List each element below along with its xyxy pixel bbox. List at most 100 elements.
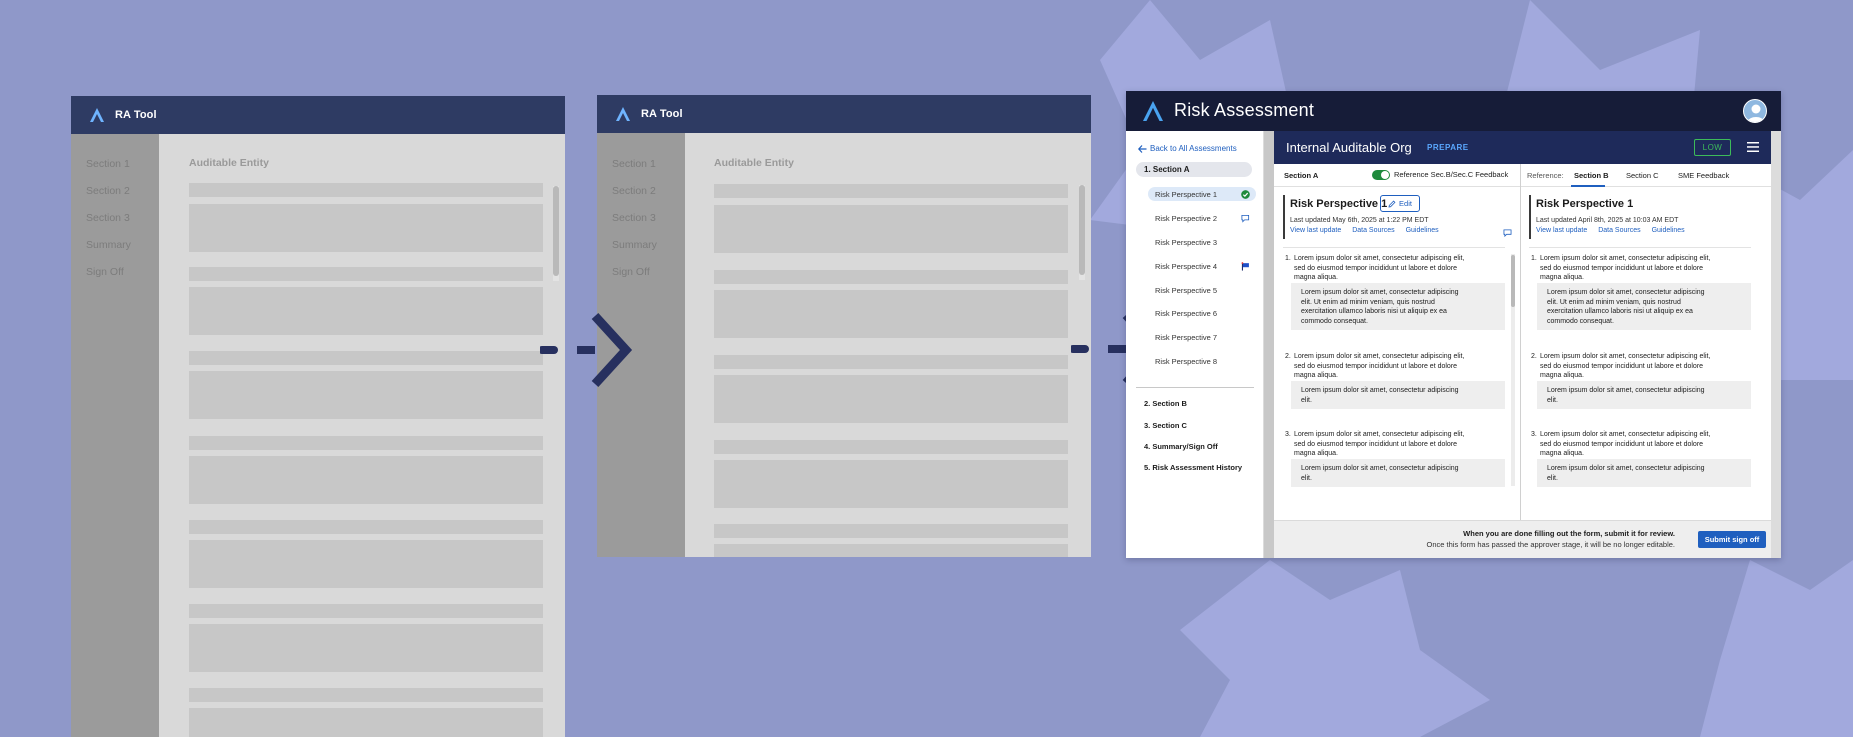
sidebar-item-label: Risk Perspective 7: [1155, 333, 1218, 342]
answer-box[interactable]: Lorem ipsum dolor sit amet, consectetur …: [1291, 381, 1505, 409]
left-column-scrollbar-thumb[interactable]: [1511, 255, 1515, 307]
placeholder-bar: [189, 351, 543, 365]
user-avatar[interactable]: [1743, 99, 1767, 123]
view-last-update-link[interactable]: View last update: [1536, 227, 1587, 234]
wireframe-nav-item[interactable]: Section 3: [86, 212, 130, 224]
answer-line: elit.: [1301, 396, 1312, 404]
question-line: Lorem ipsum dolor sit amet, consectetur …: [1540, 431, 1711, 438]
reference-feedback-toggle[interactable]: [1372, 170, 1390, 180]
answer-box[interactable]: Lorem ipsum dolor sit amet, consectetur …: [1291, 283, 1505, 330]
wireframe-nav-item[interactable]: Section 1: [612, 158, 656, 170]
sidebar-section-summary[interactable]: 4. Summary/Sign Off: [1144, 442, 1218, 451]
wireframe-content-title: Auditable Entity: [714, 157, 794, 169]
scrollbar-thumb[interactable]: [1079, 185, 1085, 275]
data-sources-link[interactable]: Data Sources: [1598, 227, 1640, 234]
tab-section-b[interactable]: Section B: [1574, 171, 1609, 180]
question-line: Lorem ipsum dolor sit amet, consectetur …: [1540, 255, 1711, 262]
back-link-label: Back to All Assessments: [1150, 144, 1237, 153]
question-line: sed do eiusmod tempor incididunt ut labo…: [1540, 440, 1704, 448]
active-tab-indicator: [1571, 185, 1605, 187]
sidebar-item-label: Risk Perspective 8: [1155, 357, 1218, 366]
user-icon: [1747, 104, 1765, 122]
sidebar-item-label: Risk Perspective 2: [1155, 214, 1218, 223]
question-number: 1.: [1531, 255, 1537, 262]
sidebar-item-risk-perspective-1[interactable]: Risk Perspective 1: [1148, 187, 1256, 201]
hamburger-menu-icon[interactable]: [1747, 142, 1759, 152]
placeholder-block: [189, 540, 543, 588]
wireframe-nav-item[interactable]: Sign Off: [86, 266, 124, 278]
sidebar-item-risk-perspective-8[interactable]: Risk Perspective 8: [1148, 354, 1256, 368]
guidelines-link[interactable]: Guidelines: [1652, 227, 1685, 234]
risk-level-badge: LOW: [1694, 139, 1731, 156]
answer-line: commodo consequat.: [1301, 317, 1368, 325]
question-number: 3.: [1531, 431, 1537, 438]
data-sources-link[interactable]: Data Sources: [1352, 227, 1394, 234]
footer-note: Once this form has passed the approver s…: [1426, 540, 1675, 549]
question-line: magna aliqua.: [1540, 372, 1584, 380]
guidelines-link[interactable]: Guidelines: [1406, 227, 1439, 234]
sidebar-item-risk-perspective-2[interactable]: Risk Perspective 2: [1148, 211, 1256, 225]
placeholder-block: [714, 375, 1068, 423]
flag-icon: [1241, 262, 1249, 271]
wireframe-header: RA Tool: [71, 96, 565, 134]
wireframe-content-title: Auditable Entity: [189, 157, 269, 169]
main-content: Internal Auditable Org PREPARE LOW Secti…: [1274, 131, 1771, 558]
answer-line: Lorem ipsum dolor sit amet, consectetur …: [1301, 465, 1459, 472]
reference-label: Reference:: [1527, 171, 1564, 180]
submit-footer: When you are done filling out the form, …: [1274, 520, 1771, 558]
sidebar-item-risk-perspective-3[interactable]: Risk Perspective 3: [1148, 235, 1256, 249]
placeholder-block: [189, 708, 543, 737]
sidebar-divider: [1136, 387, 1254, 388]
question-line: Lorem ipsum dolor sit amet, consectetur …: [1294, 353, 1465, 360]
answer-line: elit. Ut enim ad minim veniam, quis nost…: [1547, 298, 1681, 306]
placeholder-bar: [714, 524, 1068, 538]
section-tab-row: Section A Reference Sec.B/Sec.C Feedback…: [1274, 164, 1771, 187]
sidebar-section-c[interactable]: 3. Section C: [1144, 421, 1187, 430]
org-bar: Internal Auditable Org PREPARE LOW: [1274, 131, 1771, 164]
question-line: magna aliqua.: [1294, 372, 1338, 380]
wireframe-nav-item[interactable]: Section 3: [612, 212, 656, 224]
wireframe-title: RA Tool: [115, 109, 157, 121]
sidebar-item-risk-perspective-5[interactable]: Risk Perspective 5: [1148, 283, 1256, 297]
answer-line: Lorem ipsum dolor sit amet, consectetur …: [1301, 289, 1459, 296]
comment-icon[interactable]: [1503, 229, 1512, 237]
tab-sme-feedback[interactable]: SME Feedback: [1678, 171, 1729, 180]
arrow-right-icon: [540, 312, 633, 388]
question-number: 3.: [1285, 431, 1291, 438]
pencil-icon: [1388, 200, 1396, 208]
wireframe-nav-item[interactable]: Section 2: [612, 185, 656, 197]
wireframe-nav-item[interactable]: Section 1: [86, 158, 130, 170]
submit-sign-off-button[interactable]: Submit sign off: [1698, 531, 1766, 548]
placeholder-block: [189, 204, 543, 252]
answer-line: Lorem ipsum dolor sit amet, consectetur …: [1547, 465, 1705, 472]
sidebar-scrollbar[interactable]: [1264, 131, 1274, 558]
view-last-update-link[interactable]: View last update: [1290, 227, 1341, 234]
sidebar-item-risk-perspective-7[interactable]: Risk Perspective 7: [1148, 330, 1256, 344]
card-divider: [1283, 247, 1505, 248]
sidebar-section-b[interactable]: 2. Section B: [1144, 399, 1187, 408]
question-line: magna aliqua.: [1294, 274, 1338, 282]
wireframe-nav-item[interactable]: Section 2: [86, 185, 130, 197]
card-title: Risk Perspective 1: [1290, 198, 1388, 210]
sidebar-item-risk-perspective-6[interactable]: Risk Perspective 6: [1148, 306, 1256, 320]
wireframe-nav-item[interactable]: Summary: [86, 239, 131, 251]
wireframe-nav-item[interactable]: Sign Off: [612, 266, 650, 278]
sidebar-item-risk-perspective-4[interactable]: Risk Perspective 4: [1148, 259, 1256, 273]
card-divider: [1529, 247, 1751, 248]
wireframe-panel-2: RA Tool Section 1 Section 2 Section 3 Su…: [597, 95, 1091, 557]
logo-icon: [90, 108, 104, 122]
sidebar-section-history[interactable]: 5. Risk Assessment History: [1144, 463, 1242, 472]
answer-box[interactable]: Lorem ipsum dolor sit amet, consectetur …: [1291, 459, 1505, 487]
main-scrollbar[interactable]: [1771, 131, 1781, 558]
scrollbar-thumb[interactable]: [553, 186, 559, 276]
edit-button[interactable]: Edit: [1380, 195, 1420, 212]
right-card-header: Risk Perspective 1 Last updated April 8t…: [1529, 195, 1759, 241]
sidebar-section-a[interactable]: 1. Section A: [1136, 162, 1252, 177]
back-to-assessments-link[interactable]: Back to All Assessments: [1138, 144, 1237, 153]
card-links: View last update Data Sources Guidelines: [1536, 227, 1694, 234]
tab-section-c[interactable]: Section C: [1626, 171, 1659, 180]
wireframe-nav-item[interactable]: Summary: [612, 239, 657, 251]
answer-line: elit. Ut enim ad minim veniam, quis nost…: [1301, 298, 1435, 306]
status-badge: PREPARE: [1427, 143, 1469, 152]
card-accent-bar: [1283, 195, 1285, 239]
